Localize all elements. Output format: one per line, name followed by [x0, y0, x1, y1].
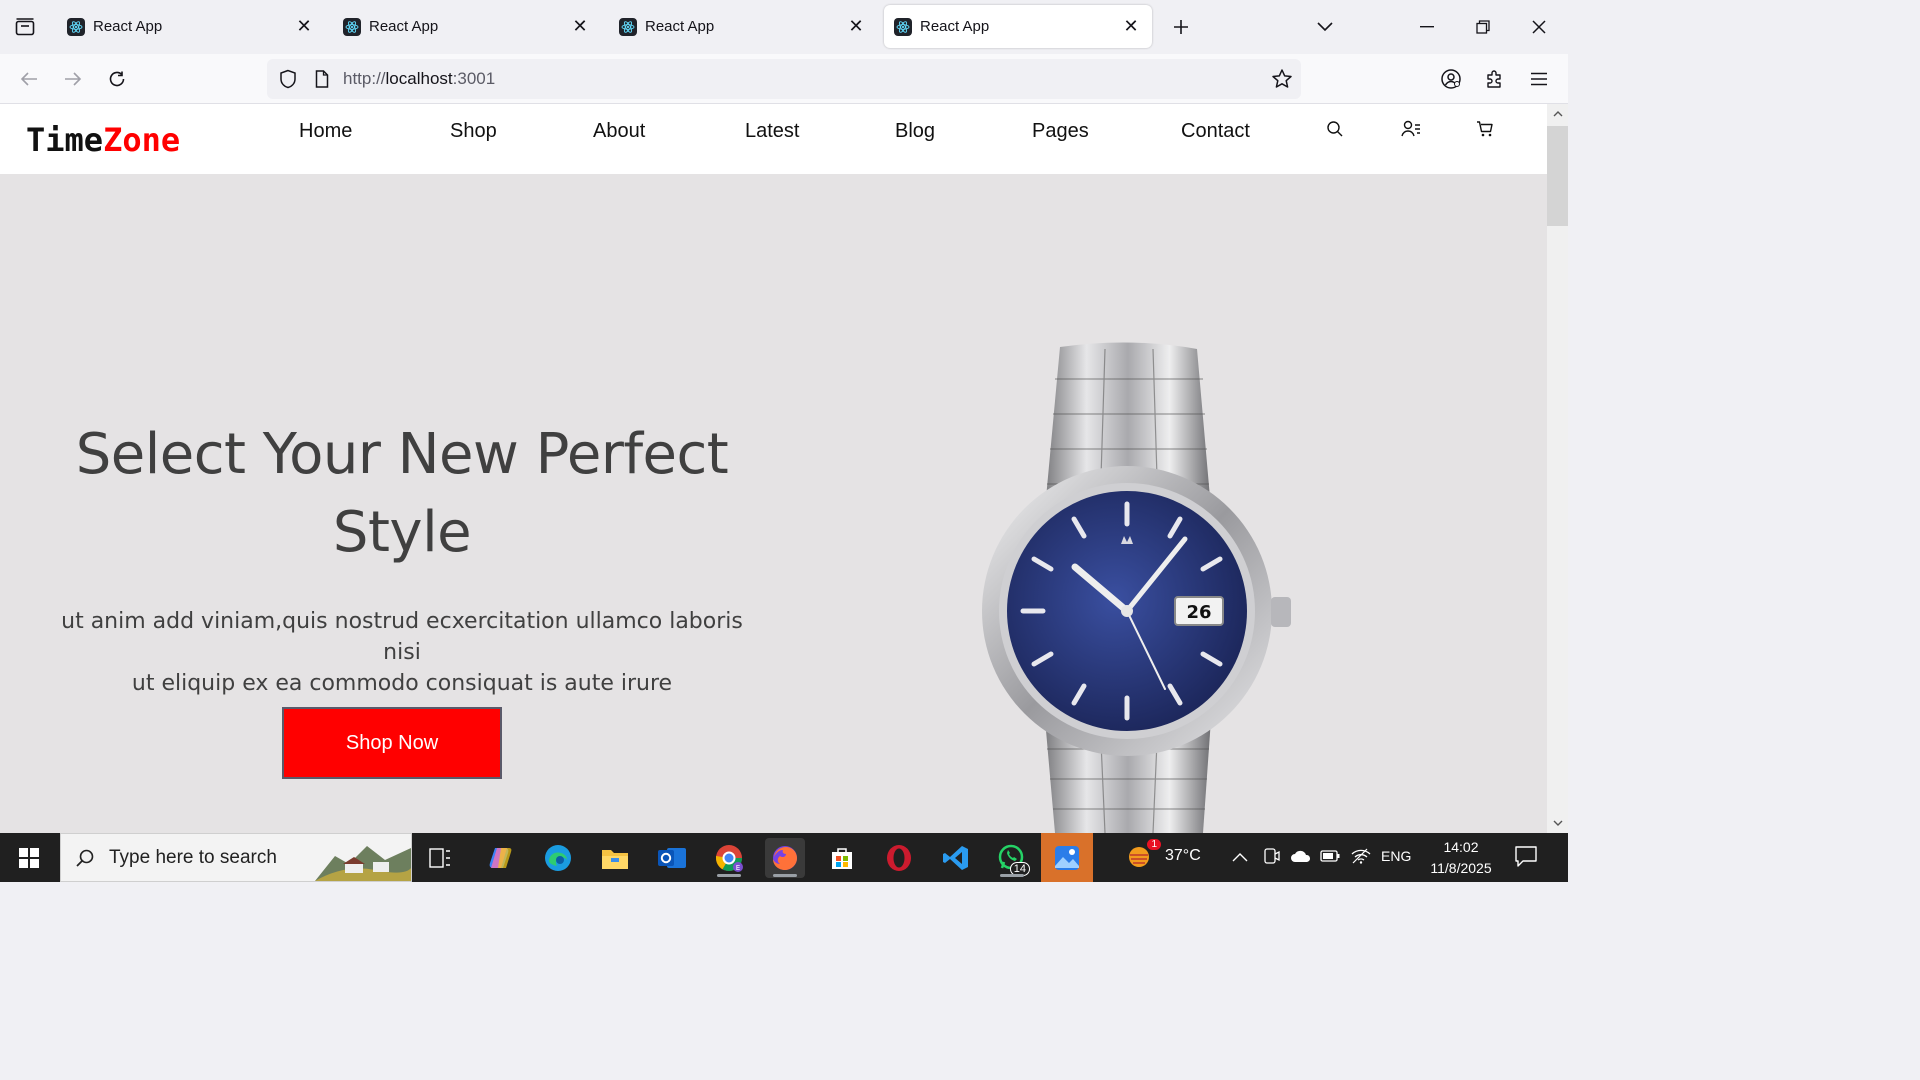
react-favicon-icon [67, 17, 85, 36]
minimize-window-icon[interactable] [1410, 10, 1444, 44]
browser-navigation-bar: http://localhost:3001 [0, 54, 1568, 104]
browser-tab-active[interactable]: React App ✕ [884, 5, 1152, 48]
page-info-icon[interactable] [311, 68, 333, 90]
tracking-protection-shield-icon[interactable] [277, 68, 299, 90]
battery-icon[interactable] [1320, 849, 1340, 865]
site-header: TimeZone Home Shop About Latest Blog Pag… [0, 104, 1547, 174]
react-favicon-icon [619, 17, 637, 36]
reload-icon[interactable] [102, 64, 132, 94]
hero-title-line-1: Select Your New Perfect [75, 422, 729, 487]
react-favicon-icon [894, 17, 912, 36]
clock-time: 14:02 [1443, 839, 1479, 855]
chrome-browser-icon[interactable]: E [709, 838, 749, 878]
edge-browser-icon[interactable] [538, 838, 578, 878]
browser-tab[interactable]: React App ✕ [333, 5, 601, 48]
svg-text:26: 26 [1186, 602, 1211, 623]
scrollbar-thumb[interactable] [1547, 126, 1568, 226]
list-all-tabs-chevron-icon[interactable] [1312, 14, 1338, 40]
cart-icon[interactable] [1474, 118, 1496, 140]
hamburger-menu-icon[interactable] [1524, 64, 1554, 94]
hero-description: ut anim add viniam,quis nostrud ecxercit… [40, 606, 764, 699]
whatsapp-unread-badge: 14 [1009, 862, 1030, 876]
clock-date: 11/8/2025 [1430, 860, 1492, 876]
tab-title: React App [920, 18, 990, 35]
outlook-icon[interactable] [652, 838, 692, 878]
back-arrow-icon[interactable] [14, 64, 44, 94]
shop-now-button[interactable]: Shop Now [282, 707, 502, 779]
windows-start-icon[interactable] [0, 833, 58, 882]
tab-close-icon[interactable]: ✕ [293, 16, 315, 38]
bookmark-star-icon[interactable] [1271, 68, 1293, 95]
hero-description-line-1: ut anim add viniam,quis nostrud ecxercit… [61, 609, 743, 665]
weather-temperature: 37°C [1165, 847, 1201, 864]
weather-widget[interactable]: 1 37°C [1125, 839, 1201, 871]
nav-link-about[interactable]: About [593, 120, 645, 143]
show-hidden-icons-chevron-icon[interactable] [1232, 849, 1248, 865]
nav-link-shop[interactable]: Shop [450, 120, 497, 143]
scroll-up-arrow-icon[interactable] [1547, 104, 1568, 124]
notification-center-icon[interactable] [1514, 845, 1538, 872]
browser-tab-strip: React App ✕ React App ✕ React App ✕ Reac… [0, 0, 1568, 54]
vscode-icon[interactable] [936, 838, 976, 878]
copilot-icon[interactable] [481, 838, 521, 878]
user-icon[interactable] [1400, 118, 1422, 140]
webpage-viewport: TimeZone Home Shop About Latest Blog Pag… [0, 104, 1547, 833]
firefox-browser-icon[interactable] [765, 838, 805, 878]
language-indicator[interactable]: ENG [1381, 848, 1411, 864]
wifi-icon[interactable] [1351, 848, 1371, 867]
weather-sun-icon: 1 [1125, 839, 1161, 871]
search-placeholder: Type here to search [109, 846, 277, 868]
tab-overview-icon[interactable] [8, 10, 42, 44]
browser-tab[interactable]: React App ✕ [609, 5, 877, 48]
tab-close-icon[interactable]: ✕ [569, 16, 591, 38]
windows-taskbar: Type here to search E 14 1 37°C ENG 14:0… [0, 833, 1568, 882]
restore-window-icon[interactable] [1466, 10, 1500, 44]
system-clock[interactable]: 14:02 11/8/2025 [1418, 837, 1504, 879]
account-icon[interactable] [1436, 64, 1466, 94]
search-magnifier-icon [75, 848, 95, 868]
photos-app-icon[interactable] [1041, 833, 1093, 882]
whatsapp-icon[interactable]: 14 [992, 838, 1032, 878]
tab-title: React App [645, 18, 715, 35]
close-window-icon[interactable] [1522, 10, 1556, 44]
task-view-icon[interactable] [420, 838, 460, 878]
microsoft-store-icon[interactable] [822, 838, 862, 878]
hero-title-line-2: Style [332, 500, 472, 565]
hero-description-line-2: ut eliquip ex ea commodo consiquat is au… [131, 671, 673, 696]
new-tab-plus-icon[interactable] [1168, 14, 1194, 40]
hero-title: Select Your New Perfect Style [60, 416, 744, 572]
nav-link-blog[interactable]: Blog [895, 120, 935, 143]
nav-link-home[interactable]: Home [299, 120, 352, 143]
weather-alert-badge: 1 [1147, 839, 1161, 850]
meet-now-icon[interactable] [1262, 847, 1280, 868]
forward-arrow-icon[interactable] [58, 64, 88, 94]
taskbar-search-box[interactable]: Type here to search [60, 833, 412, 882]
tab-close-icon[interactable]: ✕ [1120, 16, 1142, 38]
hero-watch-image: 26 [982, 342, 1291, 833]
address-bar[interactable]: http://localhost:3001 [267, 59, 1301, 99]
file-explorer-icon[interactable] [595, 838, 635, 878]
react-favicon-icon [343, 17, 361, 36]
search-highlight-landscape-icon [315, 834, 411, 881]
tab-title: React App [93, 18, 163, 35]
opera-browser-icon[interactable] [879, 838, 919, 878]
scroll-down-arrow-icon[interactable] [1547, 813, 1568, 833]
tab-title: React App [369, 18, 439, 35]
browser-tab[interactable]: React App ✕ [57, 5, 325, 48]
url-text: http://localhost:3001 [343, 69, 496, 88]
tab-close-icon[interactable]: ✕ [845, 16, 867, 38]
extensions-puzzle-icon[interactable] [1480, 64, 1510, 94]
nav-link-contact[interactable]: Contact [1181, 120, 1250, 143]
svg-text:E: E [736, 864, 740, 872]
nav-link-pages[interactable]: Pages [1032, 120, 1089, 143]
search-icon[interactable] [1324, 118, 1346, 140]
onedrive-cloud-icon[interactable] [1290, 849, 1312, 866]
page-vertical-scrollbar[interactable] [1547, 104, 1568, 833]
nav-link-latest[interactable]: Latest [745, 120, 799, 143]
site-logo[interactable]: TimeZone [26, 121, 180, 159]
